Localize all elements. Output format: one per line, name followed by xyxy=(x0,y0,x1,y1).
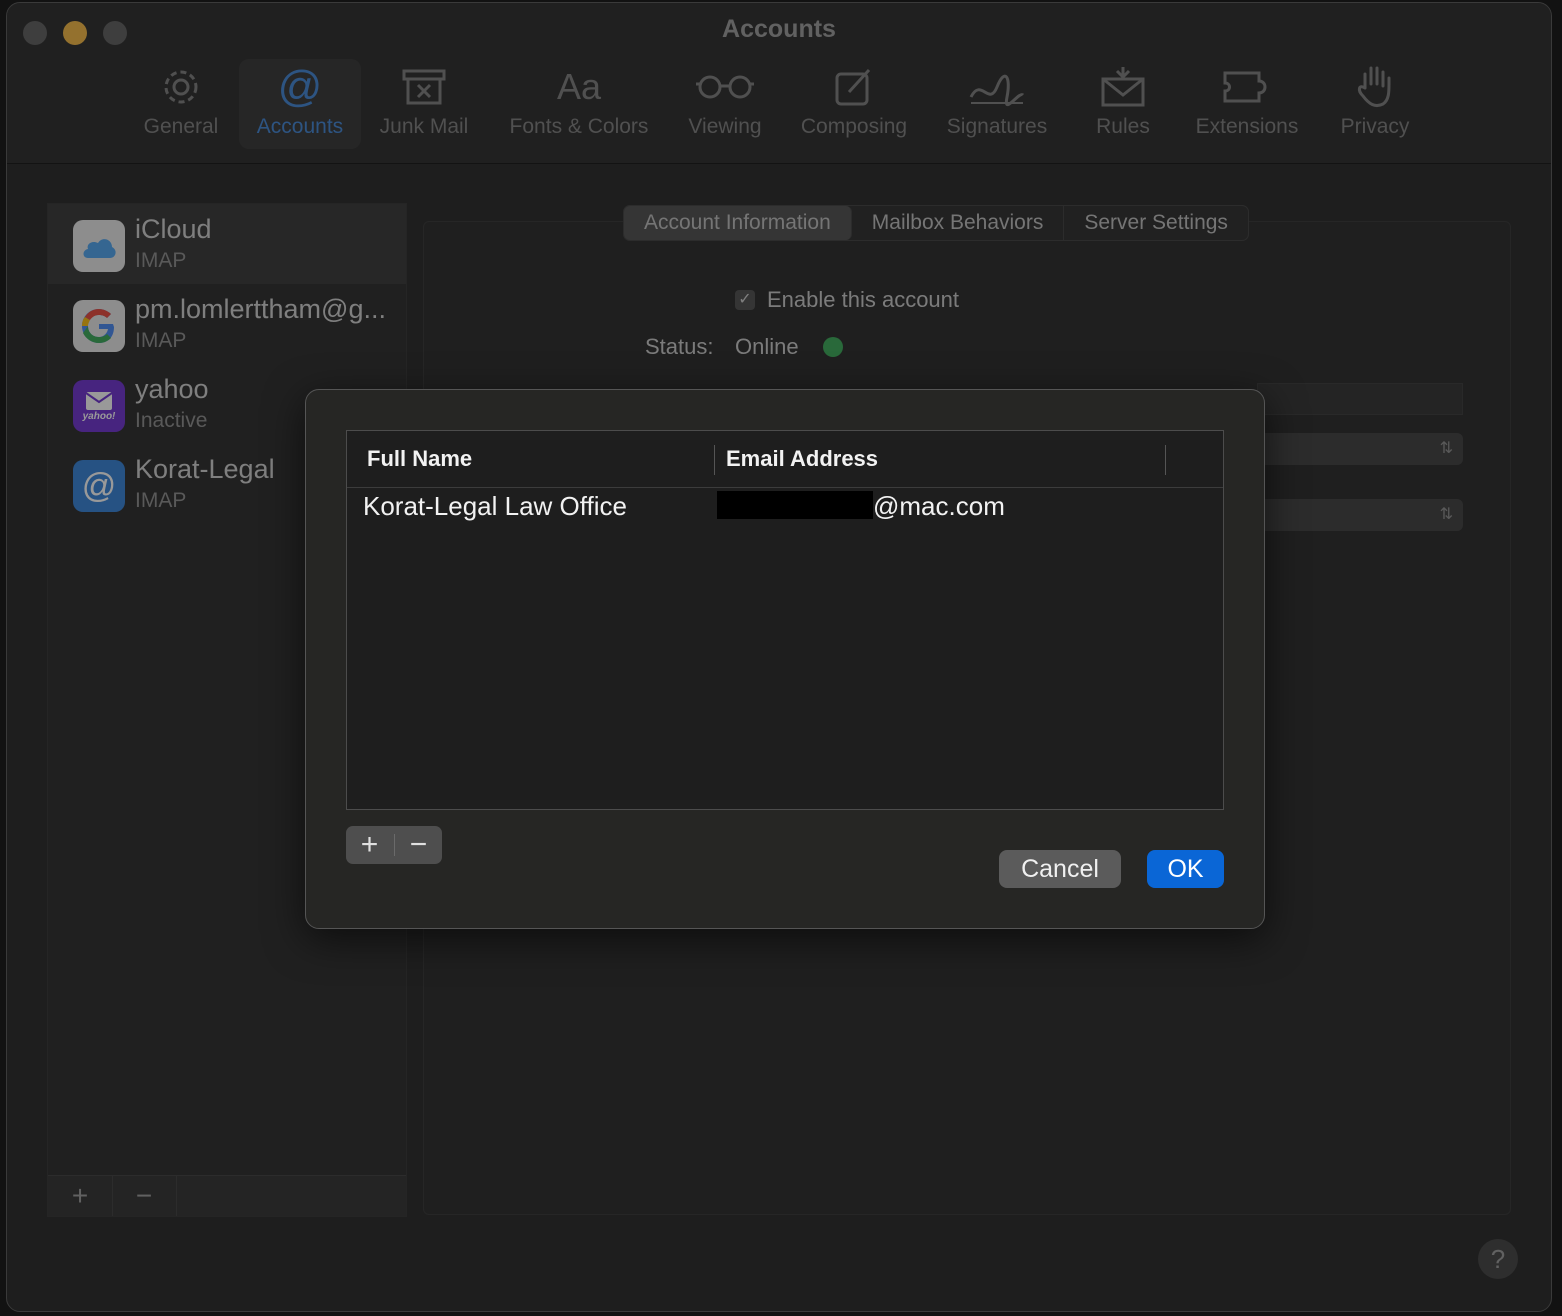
titlebar: Accounts General @ Accounts Junk Mail Aa xyxy=(7,3,1551,164)
compose-icon xyxy=(791,59,917,115)
tab-server-settings[interactable]: Server Settings xyxy=(1064,206,1248,240)
toolbar-viewing[interactable]: Viewing xyxy=(679,59,771,149)
account-row-google[interactable]: pm.lomlerttham@g... IMAP xyxy=(48,284,406,364)
description-field[interactable] xyxy=(1257,383,1463,415)
full-name-cell: Korat-Legal Law Office xyxy=(363,491,627,521)
rules-envelope-icon xyxy=(1087,59,1159,115)
tab-mailbox-behaviors[interactable]: Mailbox Behaviors xyxy=(852,206,1065,240)
account-name: iCloud xyxy=(135,214,212,244)
toolbar-junk-mail[interactable]: Junk Mail xyxy=(373,59,475,149)
accounts-list-footer: + − xyxy=(48,1175,406,1216)
google-icon xyxy=(73,300,125,352)
toolbar-label: Extensions xyxy=(1195,115,1299,138)
toolbar-general[interactable]: General xyxy=(135,59,227,149)
email-addresses-table: Full Name Email Address Korat-Legal Law … xyxy=(346,430,1224,810)
account-name: Korat-Legal xyxy=(135,454,275,484)
toolbar-label: Composing xyxy=(800,115,908,138)
puzzle-icon xyxy=(1187,59,1307,115)
tab-account-information[interactable]: Account Information xyxy=(624,206,852,240)
enable-account-label: Enable this account xyxy=(767,287,960,312)
mail-settings-window: Accounts General @ Accounts Junk Mail Aa xyxy=(6,2,1552,1312)
junk-tray-icon xyxy=(373,59,475,115)
remove-email-button[interactable]: − xyxy=(395,826,442,864)
account-name: yahoo xyxy=(135,374,209,404)
toolbar-label: Rules xyxy=(1096,115,1150,138)
font-icon: Aa xyxy=(556,66,602,107)
toolbar-label: Privacy xyxy=(1340,115,1410,138)
header-divider xyxy=(347,487,1223,488)
toolbar-extensions[interactable]: Extensions xyxy=(1187,59,1307,149)
toolbar-composing[interactable]: Composing xyxy=(791,59,917,149)
enable-account-checkbox[interactable]: ✓ xyxy=(735,290,755,310)
toolbar-signatures[interactable]: Signatures xyxy=(937,59,1057,149)
account-row-icloud[interactable]: iCloud IMAP xyxy=(48,204,406,284)
at-mail-icon: @ xyxy=(73,460,125,512)
full-name-popup[interactable]: ⇅ xyxy=(1257,499,1463,531)
column-divider xyxy=(1165,445,1166,475)
toolbar-rules[interactable]: Rules xyxy=(1087,59,1159,149)
account-tabs: Account Information Mailbox Behaviors Se… xyxy=(623,205,1249,241)
account-type: Inactive xyxy=(135,409,208,432)
add-remove-control: + − xyxy=(346,826,442,864)
account-type: IMAP xyxy=(135,489,187,512)
status-label: Status: xyxy=(645,334,714,359)
toolbar-label: General xyxy=(143,115,219,138)
status-value: Online xyxy=(735,334,799,359)
toolbar-label: Accounts xyxy=(256,115,344,138)
account-name: pm.lomlerttham@g... xyxy=(135,294,386,324)
email-address-popup[interactable]: ⇅ xyxy=(1257,433,1463,465)
add-account-button[interactable]: + xyxy=(48,1176,113,1216)
toolbar-privacy[interactable]: Privacy xyxy=(1333,59,1417,149)
column-header-full-name[interactable]: Full Name xyxy=(367,431,472,487)
cancel-button[interactable]: Cancel xyxy=(999,850,1121,888)
toolbar-fonts-colors[interactable]: Aa Fonts & Colors xyxy=(499,59,659,149)
column-header-email-address[interactable]: Email Address xyxy=(726,431,878,487)
gear-icon xyxy=(135,59,227,115)
glasses-icon xyxy=(679,59,771,115)
redaction-bar xyxy=(717,491,873,519)
email-domain: @mac.com xyxy=(873,491,1005,521)
signature-icon xyxy=(937,59,1057,115)
add-email-button[interactable]: + xyxy=(346,826,393,864)
hand-icon xyxy=(1333,59,1417,115)
ok-button[interactable]: OK xyxy=(1147,850,1224,888)
edit-email-addresses-sheet: Full Name Email Address Korat-Legal Law … xyxy=(305,389,1265,929)
toolbar-label: Junk Mail xyxy=(379,115,469,138)
yahoo-logo-text: yahoo! xyxy=(82,410,116,422)
column-divider xyxy=(714,445,715,475)
email-address-cell: @mac.com xyxy=(717,491,1005,522)
remove-account-button[interactable]: − xyxy=(112,1176,177,1216)
toolbar-accounts[interactable]: @ Accounts xyxy=(239,59,361,149)
status-indicator-dot xyxy=(823,337,843,357)
at-icon: @ xyxy=(277,62,323,111)
toolbar-label: Fonts & Colors xyxy=(509,115,649,138)
toolbar-label: Signatures xyxy=(946,115,1048,138)
icloud-icon xyxy=(73,220,125,272)
toolbar-label: Viewing xyxy=(688,115,762,138)
window-title: Accounts xyxy=(722,15,836,43)
account-type: IMAP xyxy=(135,249,187,272)
account-type: IMAP xyxy=(135,329,187,352)
help-button[interactable]: ? xyxy=(1478,1239,1518,1279)
yahoo-mail-icon: yahoo! xyxy=(73,380,125,432)
